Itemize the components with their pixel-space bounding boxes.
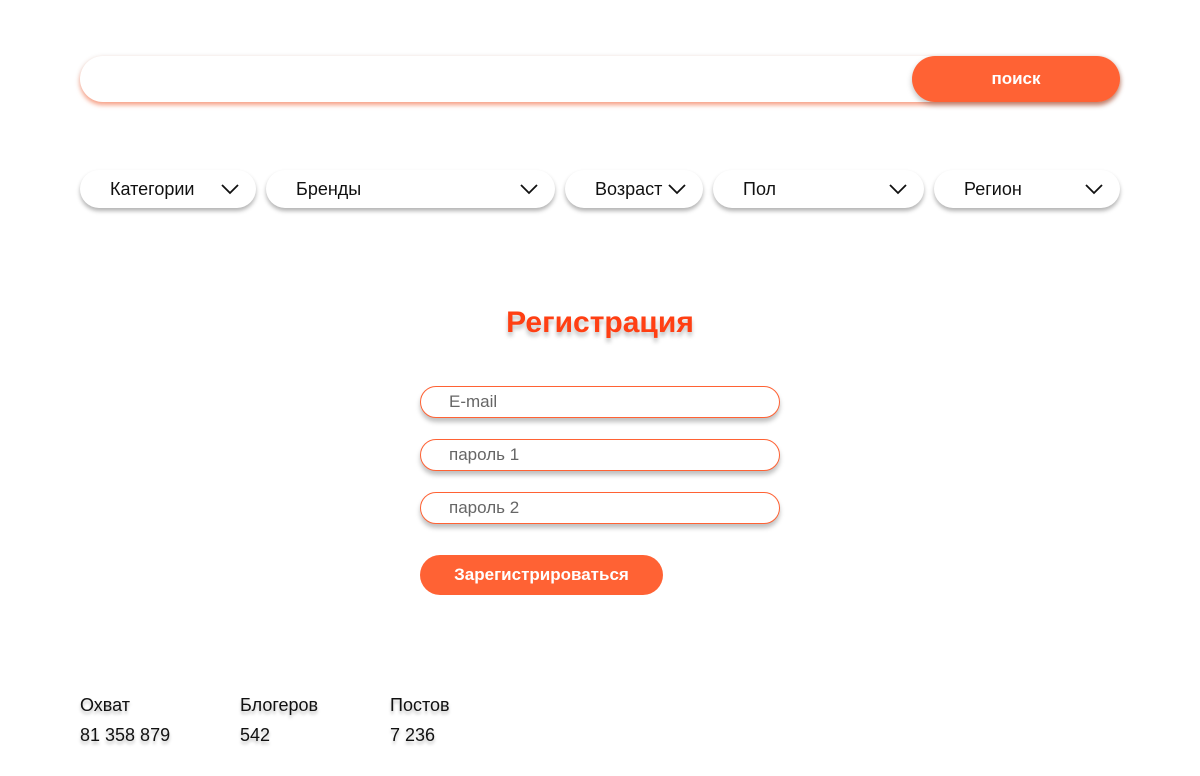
stat-bloggers: Блогеров 542	[240, 695, 318, 746]
search-input[interactable]	[80, 56, 900, 102]
search-button[interactable]: поиск	[912, 56, 1120, 102]
chevron-down-icon	[221, 184, 239, 195]
stat-reach: Охват 81 358 879	[80, 695, 170, 746]
stat-posts: Постов 7 236	[390, 695, 450, 746]
filter-brands-dropdown[interactable]: Бренды	[266, 170, 555, 208]
filter-age-label: Возраст	[595, 179, 663, 199]
chevron-down-icon	[1085, 184, 1103, 195]
filter-region-dropdown[interactable]: Регион	[934, 170, 1120, 208]
filter-brands-label: Бренды	[296, 179, 362, 199]
filter-region-label: Регион	[964, 179, 1022, 199]
filter-categories-dropdown[interactable]: Категории	[80, 170, 256, 208]
register-button[interactable]: Зарегистрироваться	[420, 555, 663, 595]
stat-posts-label: Постов	[390, 695, 450, 715]
stat-bloggers-value: 542	[240, 725, 271, 745]
chevron-down-icon	[520, 184, 538, 195]
password-field[interactable]	[420, 439, 780, 471]
filter-gender-label: Пол	[743, 179, 777, 199]
email-field[interactable]	[420, 386, 780, 418]
chevron-down-icon	[889, 184, 907, 195]
registration-title: Регистрация	[506, 306, 694, 339]
chevron-down-icon	[668, 184, 686, 195]
stat-reach-value: 81 358 879	[80, 725, 171, 745]
filter-categories-label: Категории	[110, 179, 195, 199]
stat-bloggers-label: Блогеров	[240, 695, 319, 715]
password-confirm-field[interactable]	[420, 492, 780, 524]
stat-reach-label: Охват	[80, 695, 131, 715]
stat-posts-value: 7 236	[390, 725, 436, 745]
filter-age-dropdown[interactable]: Возраст	[565, 170, 703, 208]
filter-gender-dropdown[interactable]: Пол	[713, 170, 924, 208]
search-bar: поиск	[80, 56, 1120, 102]
